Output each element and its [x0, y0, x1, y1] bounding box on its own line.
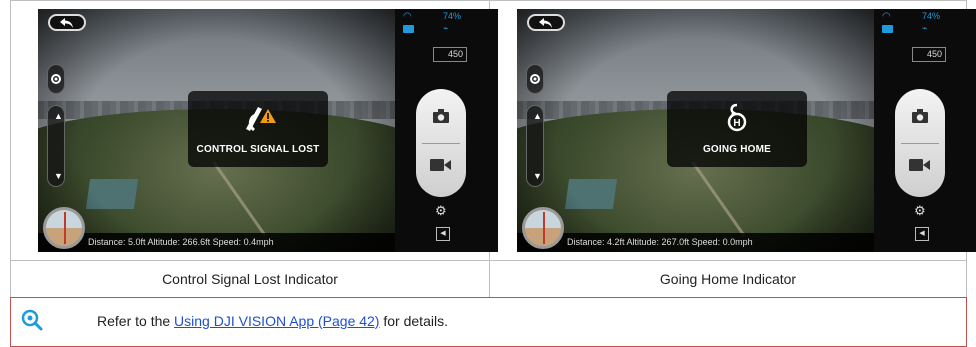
page-reference-link[interactable]: Using DJI VISION App (Page 42)	[174, 313, 379, 329]
camera-view: ▲ ▼ H GOING HOME Distance: 4.2ft Altitud…	[517, 9, 874, 252]
home-point-icon: H	[727, 103, 747, 132]
gimbal-icon	[51, 74, 61, 84]
battery-level: 74%	[443, 11, 462, 21]
camera-view: ▲ ▼ CONTROL SIGNAL LOST Distance: 5.0ft …	[38, 9, 395, 252]
tilt-control[interactable]: ▲ ▼	[47, 105, 65, 187]
satellite-icon: ⌁	[443, 23, 449, 33]
telemetry-text: Distance: 4.2ft Altitude: 267.0ft Speed:…	[567, 237, 753, 247]
signal-lost-warning-icon	[246, 107, 276, 132]
altitude-limit-box[interactable]: 450	[433, 47, 467, 62]
attitude-indicator	[522, 207, 564, 249]
tilt-up-icon[interactable]: ▲	[533, 111, 542, 121]
battery-level: 74%	[922, 11, 941, 21]
control-sidebar: ◠ 74% ⌁ 450 ⚙ ◀	[395, 9, 498, 252]
photo-capture-icon[interactable]	[433, 109, 449, 123]
telemetry-text: Distance: 5.0ft Altitude: 266.6ft Speed:…	[88, 237, 274, 247]
back-arrow-icon	[60, 18, 73, 28]
collapse-button[interactable]: ◀	[436, 227, 450, 241]
back-button[interactable]	[527, 14, 565, 31]
telemetry-bar: Distance: 4.2ft Altitude: 267.0ft Speed:…	[517, 233, 874, 252]
indicator-table: ▲ ▼ CONTROL SIGNAL LOST Distance: 5.0ft …	[10, 0, 976, 347]
alert-label: GOING HOME	[702, 144, 772, 155]
attitude-indicator	[43, 207, 85, 249]
gimbal-toggle-button[interactable]	[526, 64, 544, 94]
collapse-button[interactable]: ◀	[915, 227, 929, 241]
camera-control-panel	[416, 89, 466, 197]
back-button[interactable]	[48, 14, 86, 31]
camera-control-panel	[895, 89, 945, 197]
gimbal-icon	[530, 74, 540, 84]
caption-going-home: Going Home Indicator	[489, 260, 967, 298]
telemetry-bar: Distance: 5.0ft Altitude: 266.6ft Speed:…	[38, 233, 395, 252]
settings-gear-icon[interactable]: ⚙	[914, 203, 926, 219]
message-icon[interactable]	[882, 25, 893, 33]
app-screenshot-signal-lost: ▲ ▼ CONTROL SIGNAL LOST Distance: 5.0ft …	[38, 9, 498, 252]
control-sidebar: ◠ 74% ⌁ 450 ⚙ ◀	[874, 9, 976, 252]
message-icon[interactable]	[403, 25, 414, 33]
app-screenshot-going-home: ▲ ▼ H GOING HOME Distance: 4.2ft Altitud…	[517, 9, 976, 252]
alert-overlay: CONTROL SIGNAL LOST	[188, 91, 328, 167]
tilt-down-icon[interactable]: ▼	[54, 171, 63, 181]
altitude-limit-box[interactable]: 450	[912, 47, 946, 62]
gimbal-toggle-button[interactable]	[47, 64, 65, 94]
tilt-control[interactable]: ▲ ▼	[526, 105, 544, 187]
tilt-up-icon[interactable]: ▲	[54, 111, 63, 121]
tilt-down-icon[interactable]: ▼	[533, 171, 542, 181]
note-suffix: for details.	[379, 313, 448, 329]
wifi-icon: ◠	[882, 11, 891, 22]
note-prefix: Refer to the	[97, 313, 175, 329]
back-arrow-icon	[539, 18, 552, 28]
alert-overlay: H GOING HOME	[667, 91, 807, 167]
video-record-icon[interactable]	[430, 159, 452, 171]
wifi-icon: ◠	[403, 11, 412, 22]
svg-text:H: H	[733, 118, 740, 129]
note-text: Refer to the Using DJI VISION App (Page …	[97, 313, 448, 329]
video-record-icon[interactable]	[909, 159, 931, 171]
settings-gear-icon[interactable]: ⚙	[435, 203, 447, 219]
caption-signal-lost: Control Signal Lost Indicator	[10, 260, 490, 298]
magnifier-icon	[21, 309, 43, 331]
satellite-icon: ⌁	[922, 23, 928, 33]
alert-label: CONTROL SIGNAL LOST	[196, 144, 320, 155]
photo-capture-icon[interactable]	[912, 109, 928, 123]
